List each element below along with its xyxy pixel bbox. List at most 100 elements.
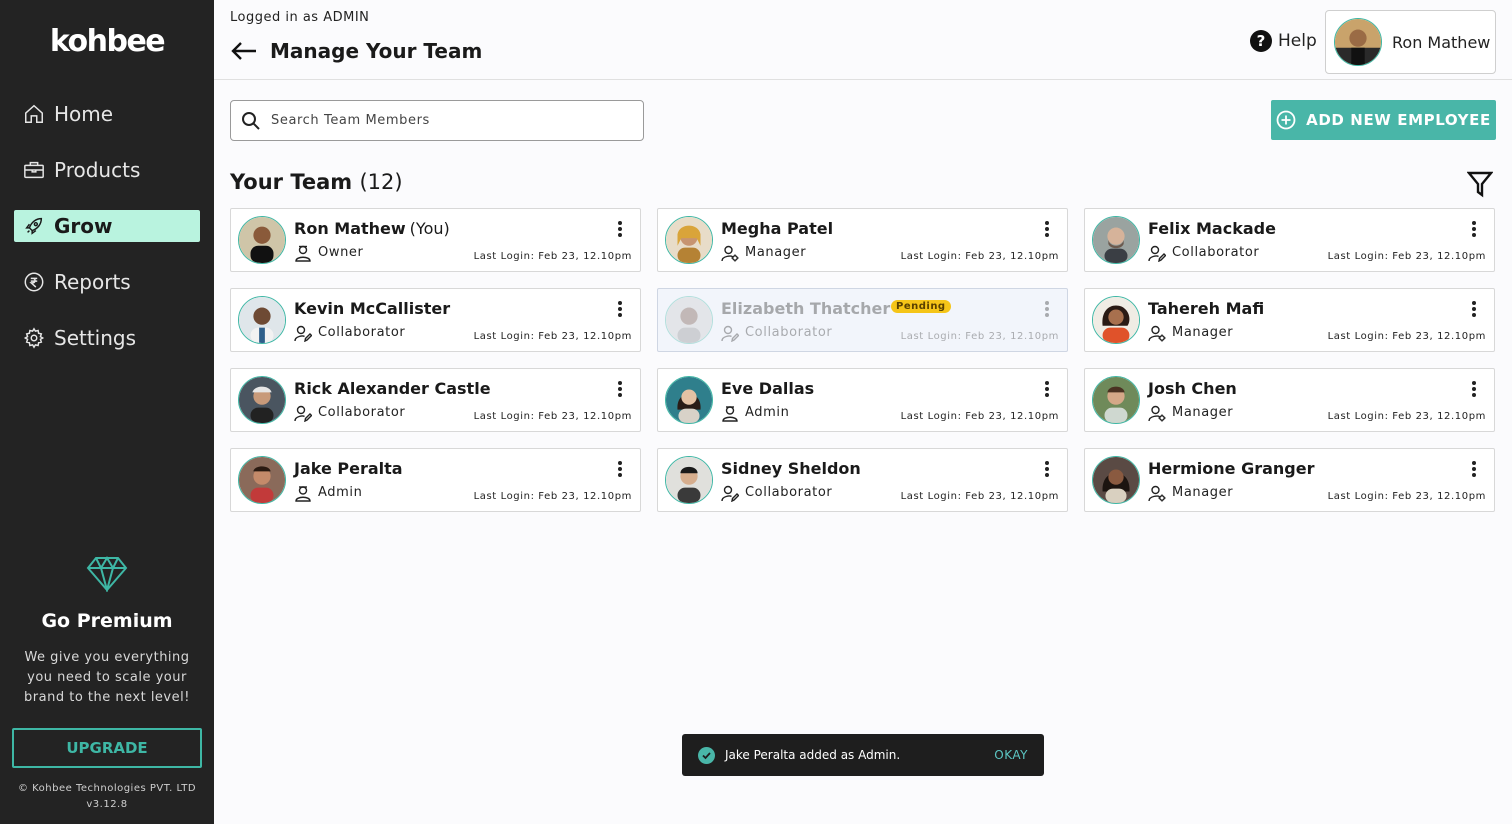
member-info: Sidney Sheldon Collaborator — [721, 459, 861, 502]
member-role: Manager — [1148, 324, 1264, 342]
more-options-icon[interactable] — [614, 219, 626, 239]
member-name-text: Elizabeth Thatcher — [721, 298, 891, 318]
avatar — [665, 376, 713, 424]
help-button[interactable]: ? Help — [1250, 30, 1317, 52]
member-name-text: Eve Dallas — [721, 378, 815, 398]
member-role: Admin — [294, 484, 403, 502]
member-name-text: Rick Alexander Castle — [294, 378, 491, 398]
last-login: Last Login: Feb 23, 12.10pm — [473, 251, 632, 262]
member-role: Collaborator — [294, 404, 491, 422]
toast-okay-button[interactable]: OKAY — [994, 748, 1028, 762]
diamond-icon — [86, 556, 128, 594]
search-bar[interactable] — [230, 100, 644, 141]
member-role-label: Collaborator — [745, 325, 833, 340]
member-name-text: Jake Peralta — [294, 458, 403, 478]
team-member-card[interactable]: Megha Patel Manager Last Login: Feb 23, … — [657, 208, 1068, 272]
member-name-text: Tahereh Mafi — [1148, 298, 1265, 318]
more-options-icon[interactable] — [1041, 299, 1053, 319]
sidebar-item-label: Grow — [54, 214, 113, 238]
owner-icon — [295, 245, 311, 262]
search-input[interactable] — [271, 113, 631, 128]
member-role-label: Collaborator — [745, 485, 833, 500]
briefcase-icon — [22, 158, 46, 182]
sidebar-item-products[interactable]: Products — [14, 154, 200, 186]
team-member-card[interactable]: Ron Mathew (You) Owner Last Login: Feb 23… — [230, 208, 641, 272]
team-member-card[interactable]: Hermione Granger Manager Last Login: Feb… — [1084, 448, 1495, 512]
member-role: Collaborator — [721, 484, 861, 502]
last-login: Last Login: Feb 23, 12.10pm — [900, 411, 1059, 422]
avatar — [238, 296, 286, 344]
back-arrow-icon[interactable] — [230, 36, 260, 66]
collaborator-icon — [294, 405, 312, 422]
member-role: Collaborator — [294, 324, 450, 342]
sidebar: kohbee Home Products Grow Reports Settin… — [0, 0, 214, 824]
team-title: Your Team — [230, 170, 353, 194]
add-new-employee-button[interactable]: ADD NEW EMPLOYEE — [1271, 100, 1496, 140]
team-member-card[interactable]: Eve Dallas Admin Last Login: Feb 23, 12.… — [657, 368, 1068, 432]
last-login: Last Login: Feb 23, 12.10pm — [473, 411, 632, 422]
team-member-card[interactable]: Jake Peralta Admin Last Login: Feb 23, 1… — [230, 448, 641, 512]
member-name-text: Hermione Granger — [1148, 458, 1315, 478]
more-options-icon[interactable] — [1468, 219, 1480, 239]
more-options-icon[interactable] — [1468, 459, 1480, 479]
team-member-card[interactable]: Sidney Sheldon Collaborator Last Login: … — [657, 448, 1068, 512]
more-options-icon[interactable] — [1041, 459, 1053, 479]
help-icon: ? — [1250, 30, 1272, 52]
sidebar-item-label: Home — [54, 102, 114, 126]
premium-description: We give you everything you need to scale… — [24, 650, 190, 705]
member-role: Owner — [294, 244, 450, 262]
member-role-label: Admin — [745, 405, 790, 420]
team-member-card[interactable]: Josh Chen Manager Last Login: Feb 23, 12… — [1084, 368, 1495, 432]
sidebar-item-settings[interactable]: Settings — [14, 322, 200, 354]
user-profile-button[interactable]: Ron Mathew — [1325, 10, 1496, 74]
manager-icon — [1148, 325, 1166, 341]
team-member-card[interactable]: Tahereh Mafi Manager Last Login: Feb 23,… — [1084, 288, 1495, 352]
more-options-icon[interactable] — [1468, 299, 1480, 319]
sidebar-item-grow[interactable]: Grow — [14, 210, 200, 242]
avatar — [1092, 456, 1140, 504]
team-member-card[interactable]: Rick Alexander Castle Collaborator Last … — [230, 368, 641, 432]
team-count: (12) — [359, 170, 403, 194]
more-options-icon[interactable] — [614, 379, 626, 399]
more-options-icon[interactable] — [1041, 379, 1053, 399]
sidebar-footer: © Kohbee Technologies PVT. LTD v3.12.8 — [0, 781, 214, 813]
sidebar-item-home[interactable]: Home — [14, 98, 200, 130]
premium-promo: Go Premium We give you everything you ne… — [0, 556, 214, 708]
rocket-icon — [22, 214, 46, 238]
more-options-icon[interactable] — [1041, 219, 1053, 239]
member-role-label: Owner — [318, 245, 364, 260]
title-row: Manage Your Team — [230, 36, 482, 66]
team-member-card-pending[interactable]: Elizabeth Thatcher Collaborator Pending … — [657, 288, 1068, 352]
avatar — [1092, 216, 1140, 264]
member-name-text: Megha Patel — [721, 218, 834, 238]
member-role: Collaborator — [721, 324, 890, 342]
last-login: Last Login: Feb 23, 12.10pm — [900, 251, 1059, 262]
upgrade-button[interactable]: UPGRADE — [12, 728, 202, 768]
more-options-icon[interactable] — [614, 459, 626, 479]
manager-icon — [1148, 485, 1166, 501]
rupee-icon — [22, 270, 46, 294]
member-role: Manager — [1148, 404, 1237, 422]
member-info: Megha Patel Manager — [721, 219, 833, 262]
team-member-card[interactable]: Kevin McCallister Collaborator Last Logi… — [230, 288, 641, 352]
avatar — [238, 216, 286, 264]
sidebar-item-reports[interactable]: Reports — [14, 266, 200, 298]
collaborator-icon — [294, 325, 312, 342]
member-info: Eve Dallas Admin — [721, 379, 814, 422]
member-name: Elizabeth Thatcher — [721, 299, 890, 318]
avatar — [238, 456, 286, 504]
member-info: Tahereh Mafi Manager — [1148, 299, 1264, 342]
member-name: Josh Chen — [1148, 379, 1237, 398]
member-role-label: Manager — [1172, 485, 1234, 500]
team-member-card[interactable]: Felix Mackade Collaborator Last Login: F… — [1084, 208, 1495, 272]
more-options-icon[interactable] — [614, 299, 626, 319]
kohbee-logo[interactable]: kohbee — [0, 24, 214, 59]
more-options-icon[interactable] — [1468, 379, 1480, 399]
member-name-text: Sidney Sheldon — [721, 458, 861, 478]
member-role-label: Manager — [1172, 405, 1234, 420]
member-name: Jake Peralta — [294, 459, 403, 478]
filter-icon[interactable] — [1466, 170, 1494, 198]
last-login: Last Login: Feb 23, 12.10pm — [473, 331, 632, 342]
member-name-text: Kevin McCallister — [294, 298, 451, 318]
member-role-label: Manager — [745, 245, 807, 260]
